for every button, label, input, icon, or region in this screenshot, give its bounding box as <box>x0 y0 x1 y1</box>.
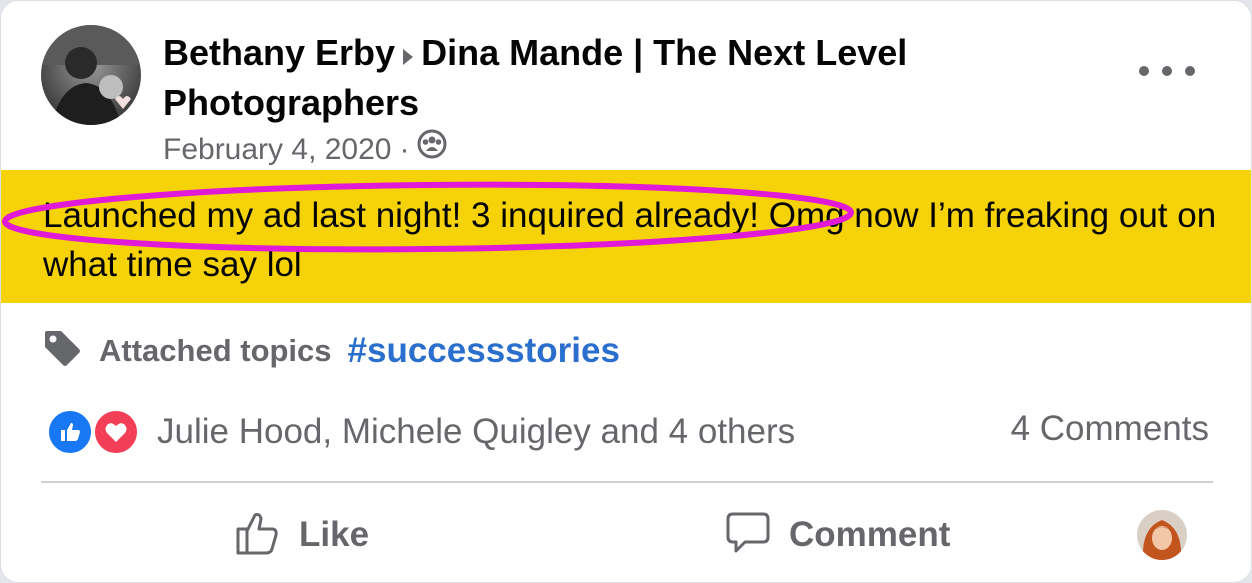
dot-icon <box>1185 66 1195 76</box>
like-label: Like <box>299 515 370 554</box>
like-reaction-icon <box>47 409 93 455</box>
author-name[interactable]: Bethany Erby <box>163 32 395 73</box>
comment-button[interactable]: Comment <box>725 507 950 563</box>
reaction-icons[interactable] <box>47 409 139 455</box>
post-date[interactable]: February 4, 2020 <box>163 130 391 170</box>
post-meta: February 4, 2020 · <box>163 129 447 170</box>
topics-label: Attached topics <box>99 332 332 368</box>
love-reaction-icon <box>93 409 139 455</box>
like-button[interactable]: Like <box>235 507 369 563</box>
meta-separator: · <box>399 132 410 166</box>
comments-count[interactable]: 4 Comments <box>1011 409 1209 449</box>
author-avatar[interactable] <box>41 25 141 125</box>
post-header-title: Bethany Erby Dina Mande | The Next Level … <box>163 29 983 127</box>
thumbs-up-icon <box>235 509 281 562</box>
reaction-names[interactable]: Julie Hood, Michele Quigley and 4 others <box>157 412 795 452</box>
commenter-avatar[interactable] <box>1137 510 1187 560</box>
post-card: Bethany Erby Dina Mande | The Next Level … <box>0 0 1252 583</box>
divider <box>41 481 1213 483</box>
group-icon <box>417 129 447 170</box>
caret-right-icon <box>401 31 415 79</box>
post-text: Launched my ad last night! 3 inquired al… <box>43 196 1217 284</box>
dot-icon <box>1162 66 1172 76</box>
tag-icon <box>41 327 83 374</box>
comment-icon <box>725 510 771 561</box>
dot-icon <box>1139 66 1149 76</box>
reactions-summary: Julie Hood, Michele Quigley and 4 others <box>47 409 795 455</box>
comment-label: Comment <box>789 515 951 554</box>
attached-topics: Attached topics #successstories <box>41 327 620 374</box>
topic-tag-link[interactable]: #successstories <box>348 331 620 371</box>
more-options-button[interactable] <box>1139 51 1195 91</box>
